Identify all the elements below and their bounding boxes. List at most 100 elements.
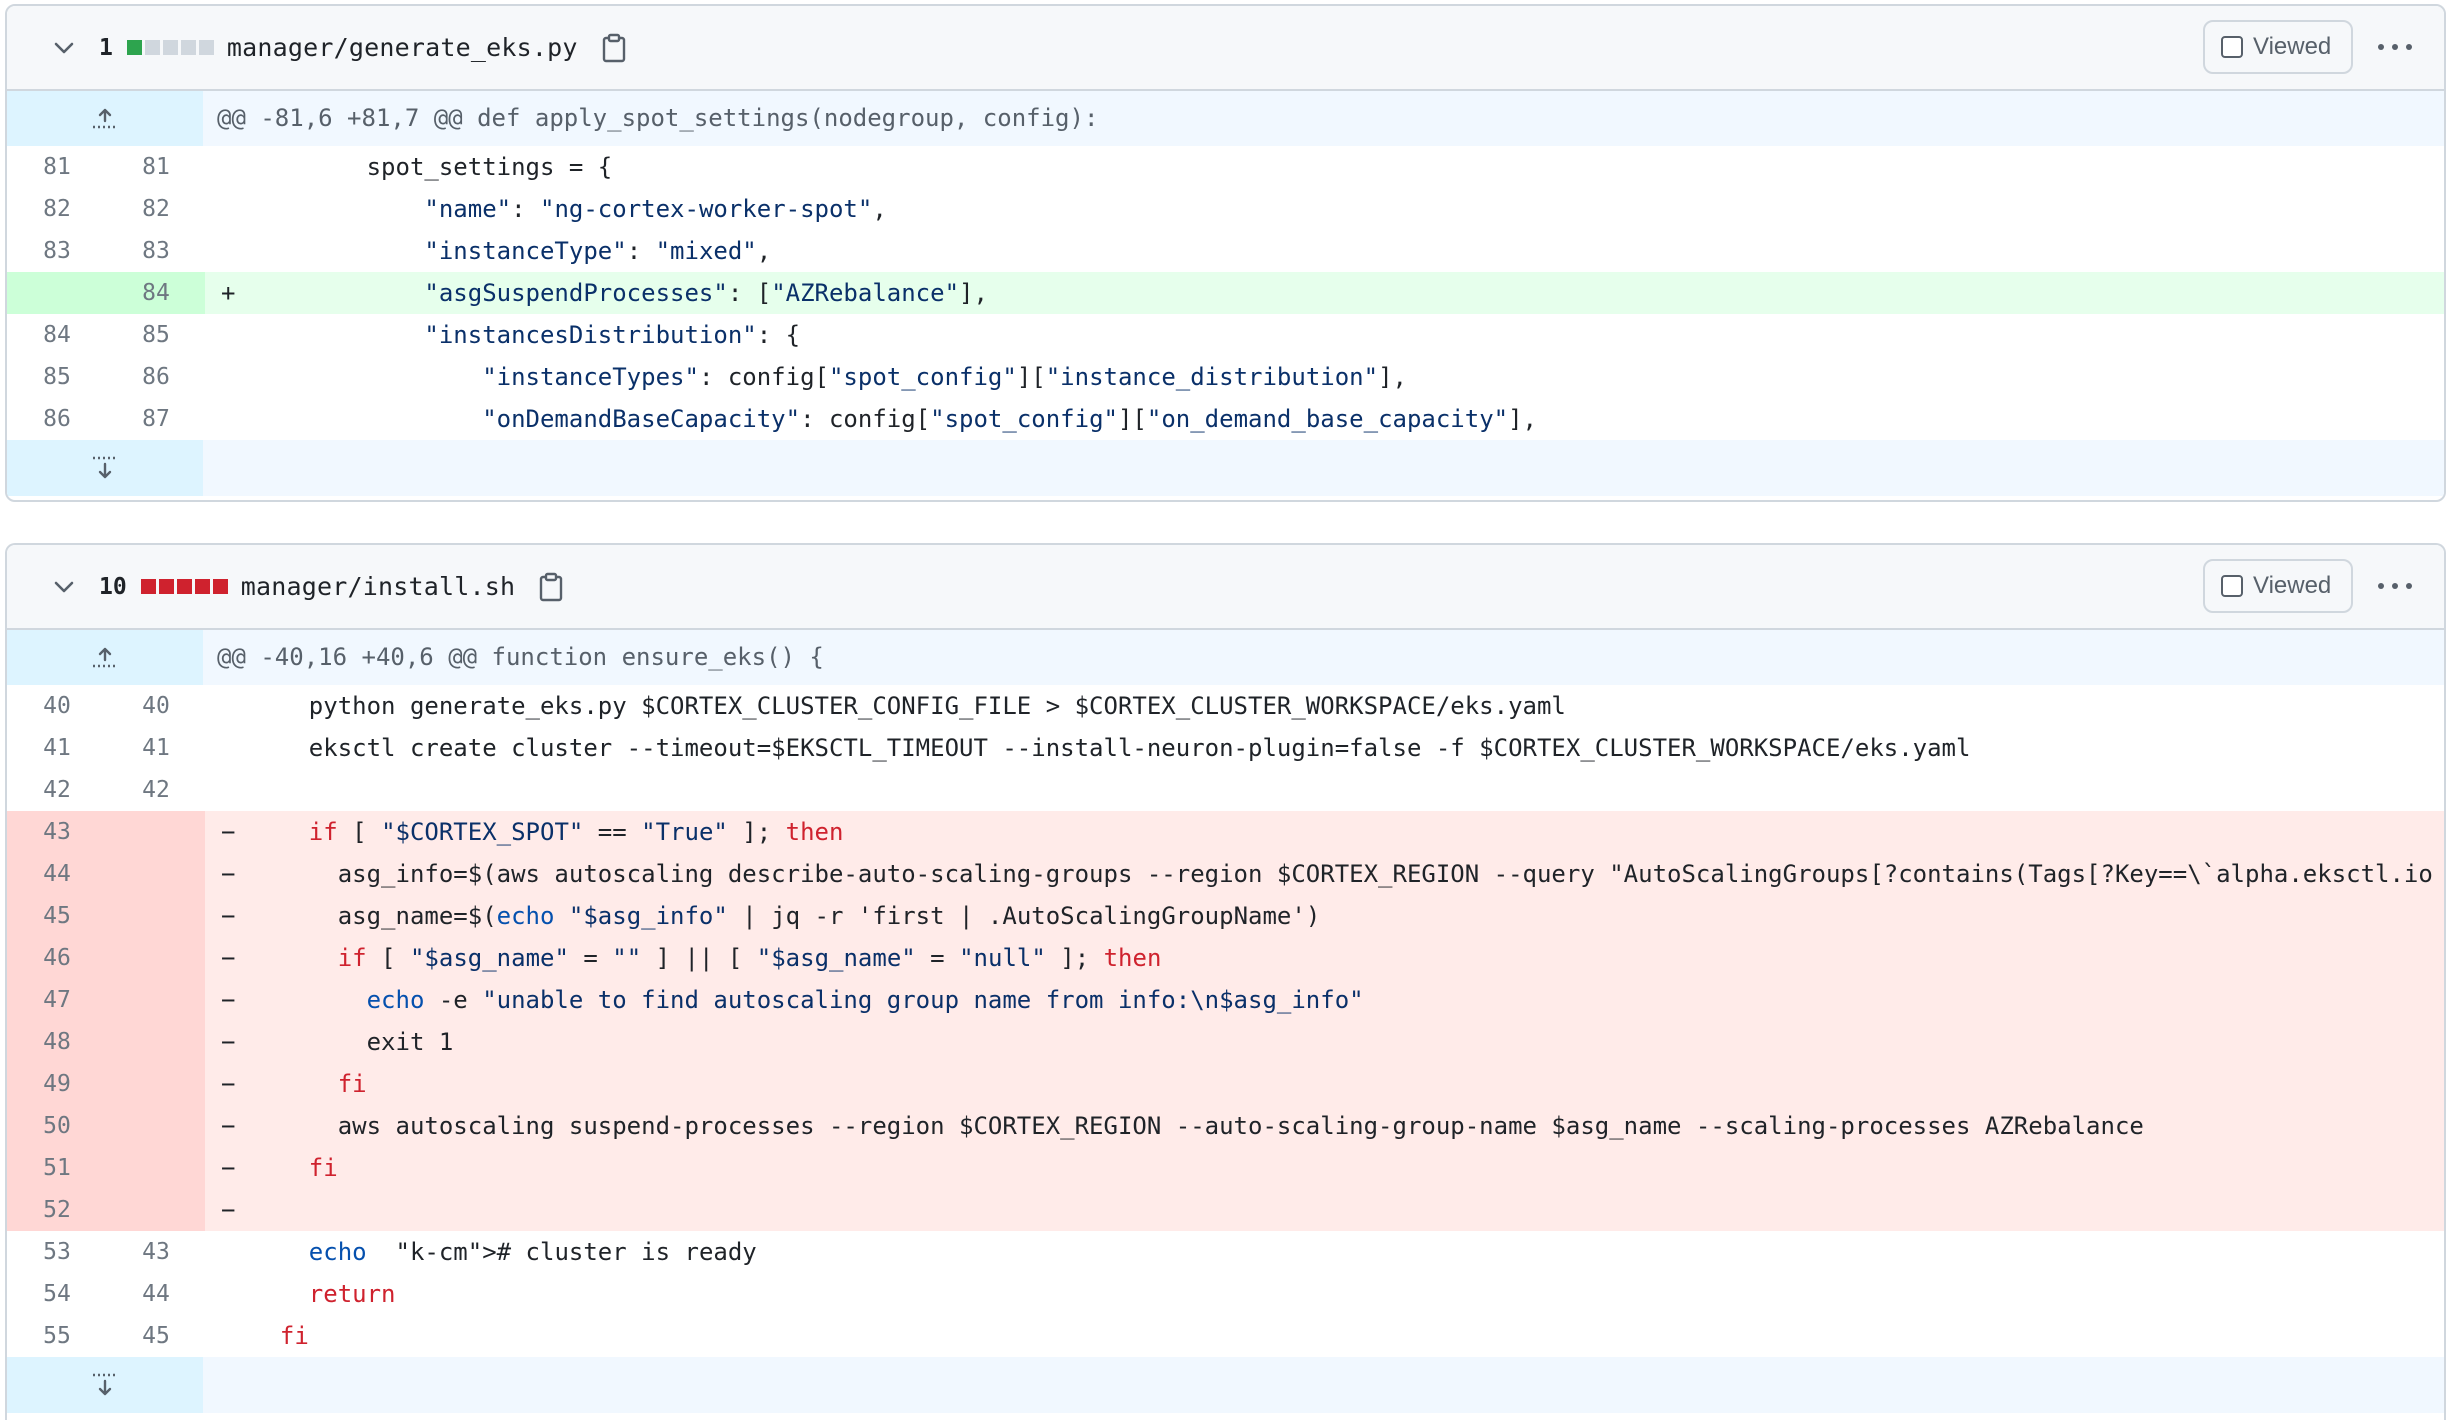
viewed-checkbox[interactable]: [2221, 36, 2243, 58]
line-content: fi: [205, 1315, 2444, 1357]
diffstat-block: [144, 40, 160, 55]
hunk-header-row: @@ -81,6 +81,7 @@ def apply_spot_setting…: [7, 91, 2444, 146]
file-name-link[interactable]: manager/install.sh: [241, 572, 516, 601]
line-content: spot_settings = {: [205, 146, 2444, 188]
new-line-number[interactable]: [107, 1105, 205, 1147]
line-content: echo "k-cm"># cluster is ready: [205, 1231, 2444, 1273]
new-line-number[interactable]: 82: [107, 188, 205, 230]
line-content: return: [205, 1273, 2444, 1315]
code-text: "asgSuspendProcesses": ["AZRebalance"],: [424, 279, 988, 307]
old-line-number[interactable]: 51: [7, 1147, 107, 1189]
new-line-number[interactable]: [107, 979, 205, 1021]
file-name-link[interactable]: manager/generate_eks.py: [227, 33, 578, 62]
new-line-number[interactable]: 81: [107, 146, 205, 188]
old-line-number[interactable]: 46: [7, 937, 107, 979]
copy-path-icon[interactable]: [600, 32, 628, 64]
diff-marker: −: [221, 944, 236, 972]
new-line-number[interactable]: [107, 811, 205, 853]
deleted-line: 47 − echo -e "unable to find autoscaling …: [7, 979, 2444, 1021]
old-line-number[interactable]: 50: [7, 1105, 107, 1147]
new-line-number[interactable]: [107, 1189, 205, 1231]
old-line-number[interactable]: [7, 272, 107, 314]
old-line-number[interactable]: 54: [7, 1273, 107, 1315]
more-options-icon[interactable]: [2378, 37, 2412, 57]
deleted-line: 50 − aws autoscaling suspend-processes --…: [7, 1105, 2444, 1147]
viewed-toggle[interactable]: Viewed: [2203, 20, 2353, 74]
old-line-number[interactable]: 55: [7, 1315, 107, 1357]
diffstat-block: [194, 579, 210, 594]
expand-down-icon[interactable]: [7, 1357, 203, 1413]
copy-path-icon[interactable]: [537, 571, 565, 603]
line-content: python generate_eks.py $CORTEX_CLUSTER_C…: [205, 685, 2444, 727]
chevron-down-icon[interactable]: [51, 35, 77, 61]
old-line-number[interactable]: 42: [7, 769, 107, 811]
diffstat-block: [158, 579, 174, 594]
line-content: − fi: [205, 1147, 2444, 1189]
new-line-number[interactable]: 43: [107, 1231, 205, 1273]
diff-lines: 40 40 python generate_eks.py $CORTEX_CLUS…: [7, 685, 2444, 1357]
line-content: "name": "ng-cortex-worker-spot",: [205, 188, 2444, 230]
code-text: eksctl create cluster --timeout=$EKSCTL_…: [251, 734, 1971, 762]
old-line-number[interactable]: 86: [7, 398, 107, 440]
expand-up-icon[interactable]: [7, 630, 203, 685]
line-content: − asg_info=$(aws autoscaling describe-au…: [205, 853, 2444, 895]
diffstat-block: [198, 40, 214, 55]
deleted-line: 49 − fi: [7, 1063, 2444, 1105]
new-line-number[interactable]: [107, 1147, 205, 1189]
new-line-number[interactable]: 42: [107, 769, 205, 811]
new-line-number[interactable]: 44: [107, 1273, 205, 1315]
old-line-number[interactable]: 82: [7, 188, 107, 230]
new-line-number[interactable]: [107, 937, 205, 979]
chevron-down-icon[interactable]: [51, 574, 77, 600]
new-line-number[interactable]: 85: [107, 314, 205, 356]
new-line-number[interactable]: [107, 1063, 205, 1105]
new-line-number[interactable]: 40: [107, 685, 205, 727]
new-line-number[interactable]: [107, 895, 205, 937]
code-text: "instanceTypes": config["spot_config"]["…: [482, 363, 1407, 391]
context-line: 84 85 "instancesDistribution": {: [7, 314, 2444, 356]
file-diff-generate-eks: 1 manager/generate_eks.py Viewed @@ -81,…: [5, 4, 2446, 502]
old-line-number[interactable]: 53: [7, 1231, 107, 1273]
new-line-number[interactable]: [107, 1021, 205, 1063]
expand-up-icon[interactable]: [7, 91, 203, 146]
old-line-number[interactable]: 47: [7, 979, 107, 1021]
more-options-icon[interactable]: [2378, 576, 2412, 596]
hunk-header: @@ -81,6 +81,7 @@ def apply_spot_setting…: [203, 91, 2444, 146]
old-line-number[interactable]: 81: [7, 146, 107, 188]
line-content: "onDemandBaseCapacity": config["spot_con…: [205, 398, 2444, 440]
code-text: asg_info=$(aws autoscaling describe-auto…: [251, 860, 2433, 888]
context-line: 41 41 eksctl create cluster --timeout=$EK…: [7, 727, 2444, 769]
changes-count: 1: [99, 34, 113, 61]
new-line-number[interactable]: [107, 853, 205, 895]
changes-count: 10: [99, 573, 127, 600]
context-line: 81 81 spot_settings = {: [7, 146, 2444, 188]
old-line-number[interactable]: 41: [7, 727, 107, 769]
viewed-checkbox[interactable]: [2221, 575, 2243, 597]
new-line-number[interactable]: 83: [107, 230, 205, 272]
old-line-number[interactable]: 45: [7, 895, 107, 937]
line-content: − if [ "$asg_name" = "" ] || [ "$asg_nam…: [205, 937, 2444, 979]
new-line-number[interactable]: 41: [107, 727, 205, 769]
old-line-number[interactable]: 48: [7, 1021, 107, 1063]
viewed-toggle[interactable]: Viewed: [2203, 559, 2353, 613]
new-line-number[interactable]: 86: [107, 356, 205, 398]
file-header: 10 manager/install.sh Viewed: [7, 545, 2444, 630]
diff-marker: −: [221, 986, 236, 1014]
old-line-number[interactable]: 43: [7, 811, 107, 853]
code-text: asg_name=$(echo "$asg_info" | jq -r 'fir…: [251, 902, 1321, 930]
old-line-number[interactable]: 84: [7, 314, 107, 356]
new-line-number[interactable]: 45: [107, 1315, 205, 1357]
old-line-number[interactable]: 85: [7, 356, 107, 398]
expand-down-icon[interactable]: [7, 440, 203, 496]
code-text: python generate_eks.py $CORTEX_CLUSTER_C…: [251, 692, 1566, 720]
code-text: "onDemandBaseCapacity": config["spot_con…: [482, 405, 1538, 433]
diff-marker: −: [221, 1112, 236, 1140]
old-line-number[interactable]: 83: [7, 230, 107, 272]
new-line-number[interactable]: 87: [107, 398, 205, 440]
diffstat: [126, 40, 214, 55]
old-line-number[interactable]: 40: [7, 685, 107, 727]
new-line-number[interactable]: 84: [107, 272, 205, 314]
old-line-number[interactable]: 44: [7, 853, 107, 895]
old-line-number[interactable]: 52: [7, 1189, 107, 1231]
old-line-number[interactable]: 49: [7, 1063, 107, 1105]
